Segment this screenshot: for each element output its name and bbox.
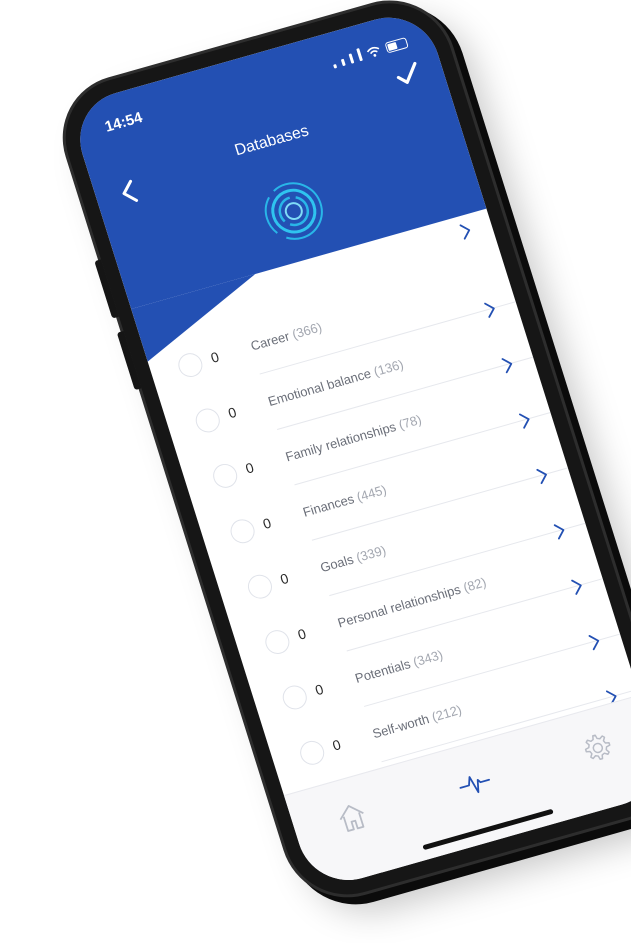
item-total: (343) xyxy=(411,646,445,670)
radio-button[interactable] xyxy=(175,350,206,380)
item-label: Self-worth (212) xyxy=(371,702,464,741)
battery-fill xyxy=(387,41,398,52)
item-count: 0 xyxy=(260,514,274,533)
item-label: Potentials (343) xyxy=(353,647,444,686)
item-count: 0 xyxy=(208,348,221,366)
item-total: (82) xyxy=(461,574,488,595)
item-total: (212) xyxy=(429,701,464,725)
radio-button[interactable] xyxy=(244,571,276,602)
volume-down-button xyxy=(116,330,142,391)
home-icon[interactable] xyxy=(331,797,374,839)
item-name: Emotional balance xyxy=(266,365,373,409)
item-count: 0 xyxy=(313,680,326,699)
battery-icon xyxy=(384,37,409,54)
page-title: Databases xyxy=(232,122,311,160)
item-total: (78) xyxy=(396,411,424,433)
radio-button[interactable] xyxy=(227,516,258,546)
item-count: 0 xyxy=(226,403,239,422)
item-count: 0 xyxy=(243,459,256,477)
signal-bar xyxy=(348,53,355,64)
item-name: Finances xyxy=(300,491,356,520)
phone-device: 14:54 Databases 0 Career (366) 0 Emotion… xyxy=(50,0,631,909)
item-count: 0 xyxy=(330,736,343,754)
concentric-rings-logo-icon xyxy=(264,182,323,240)
checkmark-icon[interactable] xyxy=(391,58,424,90)
status-time: 14:54 xyxy=(102,109,145,136)
item-label: Finances (445) xyxy=(301,482,388,520)
volume-up-button xyxy=(94,259,119,319)
heartbeat-icon[interactable] xyxy=(453,762,496,804)
header: 14:54 Databases xyxy=(67,6,487,310)
signal-bar xyxy=(340,58,346,67)
chevron-right-icon[interactable] xyxy=(456,220,475,243)
stage: 14:54 Databases 0 Career (366) 0 Emotion… xyxy=(0,0,631,943)
item-total: (366) xyxy=(290,319,324,342)
item-name: Career xyxy=(248,328,292,354)
item-total: (136) xyxy=(371,356,406,380)
wifi-icon xyxy=(366,46,380,57)
item-count: 0 xyxy=(278,570,291,588)
home-indicator xyxy=(422,808,554,851)
radio-button[interactable] xyxy=(210,461,241,491)
gear-icon[interactable] xyxy=(575,727,618,769)
item-label: Goals (339) xyxy=(318,542,387,575)
radio-button[interactable] xyxy=(279,682,310,713)
signal-bar xyxy=(356,48,363,62)
item-label: Career (366) xyxy=(249,319,324,353)
phone-screen: 14:54 Databases 0 Career (366) 0 Emotion… xyxy=(67,6,631,892)
item-total: (445) xyxy=(354,481,389,505)
item-total: (339) xyxy=(354,542,388,565)
item-count: 0 xyxy=(295,625,308,643)
radio-button[interactable] xyxy=(297,738,328,768)
signal-icon xyxy=(333,63,338,69)
radio-button[interactable] xyxy=(262,627,293,657)
radio-button[interactable] xyxy=(192,405,223,436)
item-name: Potentials xyxy=(353,656,413,686)
item-name: Self-worth xyxy=(370,711,431,742)
item-name: Goals xyxy=(318,551,356,576)
item-name: Family relationships xyxy=(283,418,398,465)
